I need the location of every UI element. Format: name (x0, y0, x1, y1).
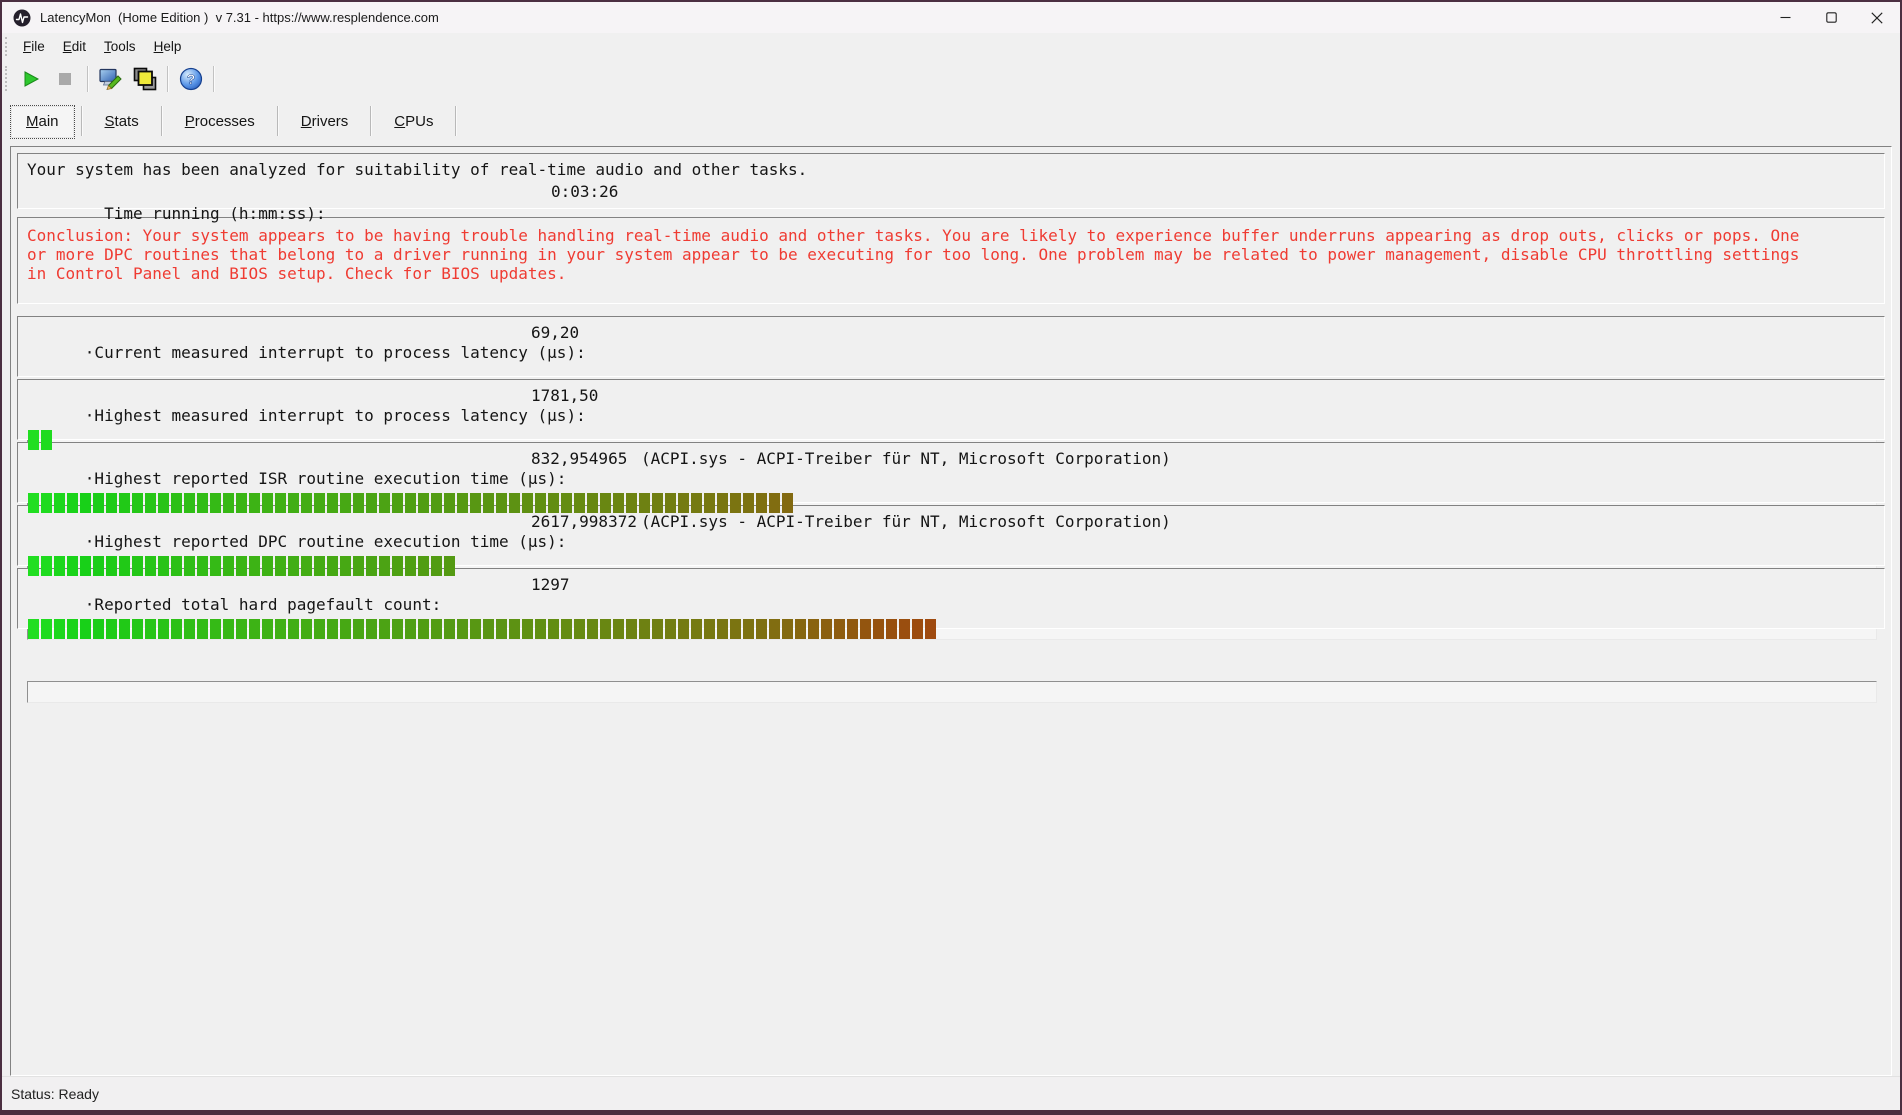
app-window: LatencyMon (Home Edition ) v 7.31 - http… (0, 0, 1902, 1115)
measurement-value: 69,20 (531, 323, 579, 343)
measurement-row: ·Highest measured interrupt to process l… (17, 379, 1885, 440)
tab-separator (81, 106, 83, 136)
menu-item-file[interactable]: File (14, 35, 54, 58)
tab-drivers[interactable]: Drivers (285, 105, 365, 139)
measurement-label: ·Reported total hard pagefault count: (85, 595, 441, 614)
tabbar: Main Stats Processes Drivers CPUs (2, 97, 1900, 146)
tab-label: Stats (105, 113, 139, 130)
maximize-icon (1826, 12, 1837, 23)
menu-item-tools[interactable]: Tools (95, 35, 145, 58)
toolbar-separator (213, 66, 215, 92)
play-icon (21, 69, 41, 89)
status-text: Status: Ready (11, 1086, 99, 1102)
measurement-value: 832,954965 (531, 449, 627, 469)
processes-button[interactable] (128, 64, 162, 94)
tab-label: Drivers (301, 113, 349, 130)
stop-icon (56, 70, 74, 88)
measurement-row: ·Reported total hard pagefault count: 12… (17, 568, 1885, 629)
maximize-button[interactable] (1808, 2, 1854, 33)
analysis-text: Your system has been analyzed for suitab… (27, 159, 1875, 181)
analyze-button[interactable] (94, 64, 128, 94)
measurements-section: ·Current measured interrupt to process l… (17, 316, 1885, 629)
tab-separator (161, 106, 163, 136)
tab-main[interactable]: Main (10, 105, 75, 139)
toolbar: ? (2, 60, 1900, 97)
play-button[interactable] (14, 64, 48, 94)
time-running-line: Time running (h:mm:ss): 0:03:26 (27, 181, 1875, 269)
status-bar: Status: Ready (2, 1076, 1900, 1110)
stop-button[interactable] (48, 64, 82, 94)
analysis-box: Your system has been analyzed for suitab… (17, 153, 1885, 209)
toolbar-separator (167, 66, 169, 92)
close-icon (1871, 12, 1883, 24)
measurement-label: ·Highest reported ISR routine execution … (85, 469, 567, 488)
tab-label: CPUs (394, 113, 433, 130)
processes-icon (133, 67, 157, 91)
latency-bar-track (27, 681, 1877, 703)
window-titlebar: LatencyMon (Home Edition ) v 7.31 - http… (2, 2, 1900, 33)
analyze-icon (99, 68, 123, 90)
measurement-value: 1781,50 (531, 386, 598, 406)
toolbar-separator (87, 66, 89, 92)
menubar: FileEditToolsHelp (2, 33, 1900, 60)
time-running-label: Time running (h:mm:ss): (104, 204, 326, 223)
tab-separator (370, 106, 372, 136)
tab-stats[interactable]: Stats (89, 105, 155, 139)
window-controls (1762, 2, 1900, 33)
close-button[interactable] (1854, 2, 1900, 33)
minimize-icon (1780, 12, 1791, 23)
time-running-value: 0:03:26 (551, 181, 618, 203)
measurement-label: ·Highest reported DPC routine execution … (85, 532, 567, 551)
help-button[interactable]: ? (174, 64, 208, 94)
measurement-row: ·Highest reported DPC routine execution … (17, 505, 1885, 566)
tab-label: Main (26, 113, 59, 130)
measurement-driver-info: (ACPI.sys - ACPI-Treiber für NT, Microso… (641, 512, 1171, 532)
svg-text:?: ? (187, 71, 196, 87)
menu-item-help[interactable]: Help (145, 35, 191, 58)
help-icon: ? (179, 67, 203, 91)
menu-item-edit[interactable]: Edit (54, 35, 95, 58)
measurement-row: ·Highest reported ISR routine execution … (17, 442, 1885, 503)
tab-separator (277, 106, 279, 136)
content-panel: Your system has been analyzed for suitab… (10, 146, 1892, 1076)
measurement-label: ·Current measured interrupt to process l… (85, 343, 586, 362)
tab-label: Processes (185, 113, 255, 130)
tab-processes[interactable]: Processes (169, 105, 271, 139)
measurement-row: ·Current measured interrupt to process l… (17, 316, 1885, 377)
window-title: LatencyMon (Home Edition ) v 7.31 - http… (40, 10, 439, 25)
app-icon (13, 9, 31, 27)
tab-separator (455, 106, 457, 136)
measurement-label: ·Highest measured interrupt to process l… (85, 406, 586, 425)
measurement-label-line: ·Reported total hard pagefault count: 12… (27, 575, 1877, 675)
minimize-button[interactable] (1762, 2, 1808, 33)
measurement-driver-info: (ACPI.sys - ACPI-Treiber für NT, Microso… (641, 449, 1171, 469)
measurement-value: 2617,998372 (531, 512, 637, 532)
tab-cpus[interactable]: CPUs (378, 105, 449, 139)
measurement-value: 1297 (531, 575, 570, 595)
